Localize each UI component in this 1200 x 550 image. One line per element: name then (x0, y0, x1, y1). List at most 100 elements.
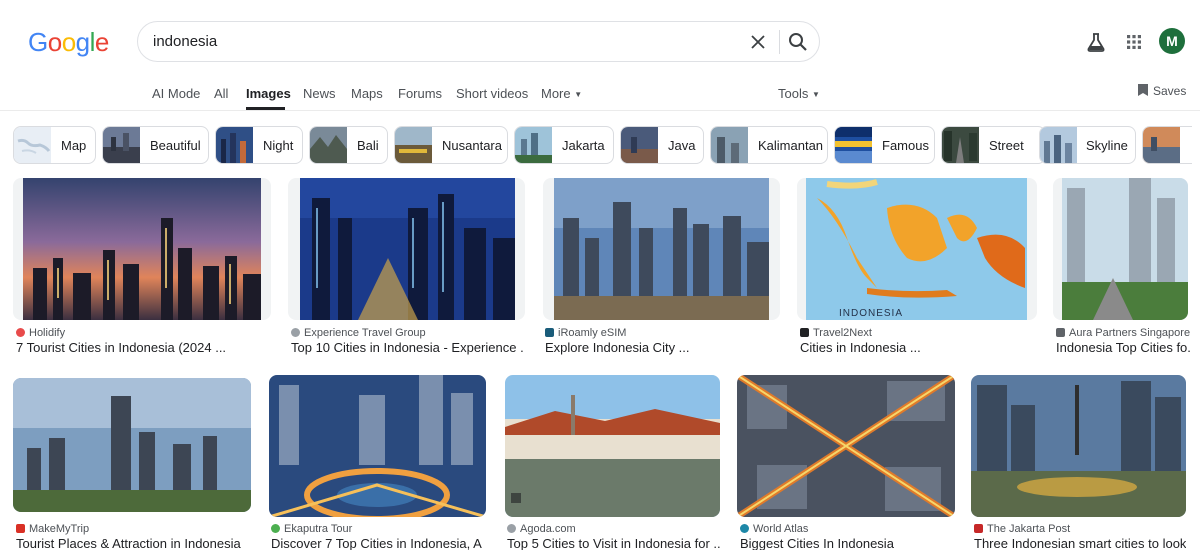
chip-thumbnail (1040, 127, 1077, 163)
chip-beautiful[interactable]: Beautiful (102, 126, 209, 164)
google-logo[interactable]: Google (28, 27, 109, 58)
chip-famous[interactable]: Famous (834, 126, 935, 164)
chip-label: Java (668, 138, 696, 153)
source-name: Ekaputra Tour (284, 523, 353, 535)
result-image[interactable] (269, 375, 486, 517)
result-source[interactable]: World Atlas (740, 523, 954, 535)
tools-button[interactable]: Tools ▼ (778, 86, 820, 101)
result-title[interactable]: Three Indonesian smart cities to look ..… (974, 536, 1186, 550)
chip-night[interactable]: Night (215, 126, 303, 164)
tab-all[interactable]: All (214, 86, 228, 101)
result-source[interactable]: Aura Partners Singapore (1056, 327, 1190, 339)
chip-thumbnail (14, 127, 51, 163)
source-name: Holidify (29, 327, 66, 339)
result-title[interactable]: Explore Indonesia City ... (545, 340, 777, 355)
chip-label: Beautiful (150, 138, 201, 153)
site-favicon-icon (740, 524, 749, 533)
logo-letter: g (75, 27, 90, 57)
result-source[interactable]: Ekaputra Tour (271, 523, 485, 535)
chip-thumbnail (621, 127, 658, 163)
result-source[interactable]: The Jakarta Post (974, 523, 1186, 535)
tab-more[interactable]: More ▼ (541, 86, 582, 101)
result-title[interactable]: Top 10 Cities in Indonesia - Experience … (291, 340, 523, 355)
result-title[interactable]: Biggest Cities In Indonesia (740, 536, 954, 550)
chip-label: Night (263, 138, 294, 153)
result-title[interactable]: Top 5 Cities to Visit in Indonesia for .… (507, 536, 721, 550)
account-avatar[interactable]: M (1159, 28, 1185, 54)
tab-ai-mode[interactable]: AI Mode (152, 86, 200, 101)
saves-button[interactable]: Saves (1137, 83, 1186, 98)
site-favicon-icon (507, 524, 516, 533)
source-name: iRoamly eSIM (558, 327, 627, 339)
result-title[interactable]: 7 Tourist Cities in Indonesia (2024 ... (16, 340, 266, 355)
labs-flask-icon[interactable] (1085, 31, 1107, 53)
tab-maps[interactable]: Maps (351, 86, 383, 101)
tab-forums[interactable]: Forums (398, 86, 442, 101)
apps-grid-icon[interactable] (1124, 32, 1144, 52)
search-icon[interactable] (786, 30, 810, 54)
logo-letter: o (47, 27, 62, 57)
site-favicon-icon (271, 524, 280, 533)
chip-jakarta[interactable]: Jakarta (514, 126, 614, 164)
logo-letter: e (94, 27, 109, 57)
chip-thumbnail (103, 127, 140, 163)
result-title[interactable]: Cities in Indonesia ... (800, 340, 1032, 355)
result-image[interactable] (543, 178, 780, 320)
result-image[interactable] (13, 178, 271, 320)
source-name: Experience Travel Group (304, 327, 426, 339)
chip-skyline[interactable]: Skyline (1039, 126, 1136, 164)
site-favicon-icon (291, 328, 300, 337)
result-source[interactable]: Agoda.com (507, 523, 719, 535)
chip-thumbnail (515, 127, 552, 163)
tab-short-videos[interactable]: Short videos (456, 86, 528, 101)
result-title[interactable]: Indonesia Top Cities fo... (1056, 340, 1190, 355)
result-source[interactable]: Holidify (16, 327, 266, 339)
related-searches-chips: Map Beautiful Night Bali Nusantara Jakar… (13, 126, 1200, 164)
chip-thumbnail (216, 127, 253, 163)
result-image[interactable] (971, 375, 1186, 517)
chip-label: Skyline (1086, 138, 1128, 153)
chip-label: Kalimantan (758, 138, 824, 153)
result-title[interactable]: Discover 7 Top Cities in Indonesia, A ..… (271, 536, 485, 550)
tab-news[interactable]: News (303, 86, 336, 101)
result-image[interactable] (1053, 178, 1188, 320)
result-source[interactable]: iRoamly eSIM (545, 327, 775, 339)
result-source[interactable]: MakeMyTrip (16, 523, 246, 535)
result-image[interactable] (288, 178, 525, 320)
source-name: Agoda.com (520, 523, 576, 535)
chip-thumbnail (395, 127, 432, 163)
chip-map[interactable]: Map (13, 126, 96, 164)
search-box[interactable]: indonesia (137, 21, 820, 62)
tab-images[interactable]: Images (246, 86, 291, 101)
source-name: Aura Partners Singapore (1069, 327, 1190, 339)
bookmark-icon (1138, 84, 1148, 96)
clear-search-icon[interactable] (746, 30, 770, 54)
result-image[interactable]: INDONESIA (797, 178, 1037, 320)
chip-thumbnail (310, 127, 347, 163)
map-label: INDONESIA (839, 308, 903, 319)
chip-kalimantan[interactable]: Kalimantan (710, 126, 828, 164)
result-title[interactable]: Tourist Places & Attraction in Indonesia (16, 536, 248, 550)
chip-label: Street (989, 138, 1024, 153)
chip-partial[interactable] (1142, 126, 1192, 164)
chip-label: Bali (357, 138, 379, 153)
caret-down-icon: ▼ (811, 90, 820, 99)
result-source[interactable]: Experience Travel Group (291, 327, 521, 339)
chip-thumbnail (835, 127, 872, 163)
site-favicon-icon (16, 328, 25, 337)
result-source[interactable]: Travel2Next (800, 327, 1030, 339)
chip-thumbnail (942, 127, 979, 163)
logo-letter: o (61, 27, 76, 57)
chip-street[interactable]: Street (941, 126, 1046, 164)
chip-nusantara[interactable]: Nusantara (394, 126, 508, 164)
result-image[interactable] (13, 378, 251, 512)
chip-java[interactable]: Java (620, 126, 704, 164)
search-input[interactable]: indonesia (153, 33, 217, 50)
result-image[interactable] (737, 375, 955, 517)
site-favicon-icon (1056, 328, 1065, 337)
source-name: World Atlas (753, 523, 809, 535)
chip-bali[interactable]: Bali (309, 126, 388, 164)
active-tab-indicator (246, 107, 285, 110)
logo-letter: G (28, 27, 48, 57)
result-image[interactable] (505, 375, 720, 517)
